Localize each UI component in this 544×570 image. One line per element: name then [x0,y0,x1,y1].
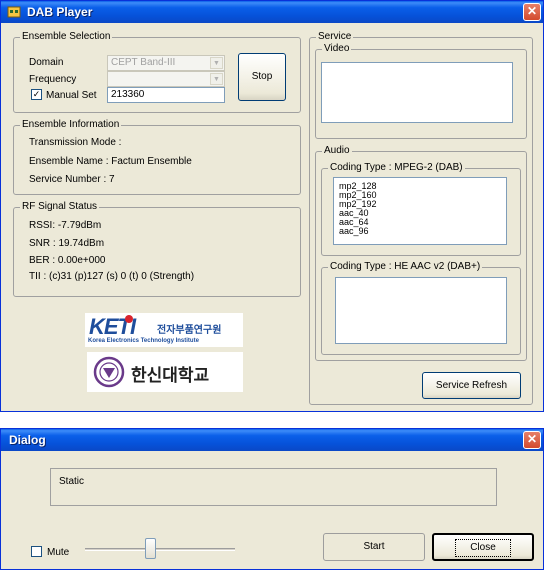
mpeg-service-list[interactable]: mp2_128 mp2_160 mp2_192 aac_40 aac_64 aa… [333,177,507,245]
chevron-down-icon[interactable]: ▼ [210,57,223,69]
window-title: DAB Player [27,5,93,19]
heaac-service-list[interactable] [335,277,507,344]
dialog-title: Dialog [9,433,46,447]
service-legend: Service [316,31,354,43]
static-text-box: Static [50,468,497,506]
app-icon [7,6,21,18]
stop-button[interactable]: Stop [238,53,286,101]
volume-slider-thumb[interactable] [145,538,156,559]
mpeg-coding-legend: Coding Type : MPEG-2 (DAB) [328,162,465,174]
mute-label: Mute [47,547,70,558]
ensemble-name: Ensemble Name : Factum Ensemble [29,156,192,167]
service-refresh-label: Service Refresh [435,380,508,391]
ber-value: BER : 0.00e+000 [29,255,106,266]
list-item[interactable]: aac_96 [339,227,501,236]
ensemble-information-legend: Ensemble Information [20,119,122,131]
rssi-value: RSSI: -7.79dBm [29,220,102,231]
transmission-mode: Transmission Mode : [29,137,122,148]
start-button-label: Start [363,541,385,552]
keti-logo-korean: 전자부품연구원 [157,325,222,336]
audio-legend: Audio [322,145,352,157]
manual-set-label: Manual Set [46,90,97,101]
hanshin-logo: 한신대학교 [87,352,243,392]
dab-player-window: DAB Player ✕ Ensemble Selection Domain C… [0,0,544,412]
hanshin-emblem-icon [93,356,125,388]
service-number: Service Number : 7 [29,174,115,185]
domain-value: CEPT Band-III [111,57,176,68]
domain-label: Domain [29,57,64,68]
close-button-label: Close [455,539,511,557]
chevron-down-icon[interactable]: ▼ [210,73,223,85]
domain-select[interactable]: CEPT Band-III ▼ [107,55,225,71]
static-text: Static [59,476,85,487]
dab-title-bar[interactable]: DAB Player ✕ [1,1,543,23]
frequency-label: Frequency [29,74,77,85]
start-button[interactable]: Start [323,533,425,561]
service-refresh-button[interactable]: Service Refresh [422,372,521,399]
volume-slider-track [85,548,235,551]
dialog-window: Dialog ✕ Static Mute Start Close [0,428,544,570]
frequency-select[interactable]: ▼ [107,71,225,87]
keti-logo: KETI 전자부품연구원 Korea Electronics Technolog… [85,313,243,347]
rf-signal-status-legend: RF Signal Status [20,201,100,213]
close-icon[interactable]: ✕ [523,3,541,21]
dialog-title-bar[interactable]: Dialog ✕ [1,429,543,451]
manual-set-checkbox[interactable]: ✓ [31,89,42,100]
ensemble-selection-legend: Ensemble Selection [20,31,113,43]
tii-value: TII : (c)31 (p)127 (s) 0 (t) 0 (Strength… [29,271,195,282]
video-list[interactable] [321,62,513,123]
close-button[interactable]: Close [432,533,534,561]
mute-checkbox[interactable] [31,546,42,557]
keti-red-dot [125,315,133,323]
keti-logo-english: Korea Electronics Technology Institute [88,338,199,344]
snr-value: SNR : 19.74dBm [29,238,105,249]
heaac-coding-legend: Coding Type : HE AAC v2 (DAB+) [328,261,483,273]
close-icon[interactable]: ✕ [523,431,541,449]
video-legend: Video [322,43,352,55]
manual-frequency-input[interactable]: 213360 [107,87,225,103]
stop-button-label: Stop [251,71,273,82]
volume-slider[interactable] [85,537,235,561]
hanshin-logo-text: 한신대학교 [131,366,210,385]
